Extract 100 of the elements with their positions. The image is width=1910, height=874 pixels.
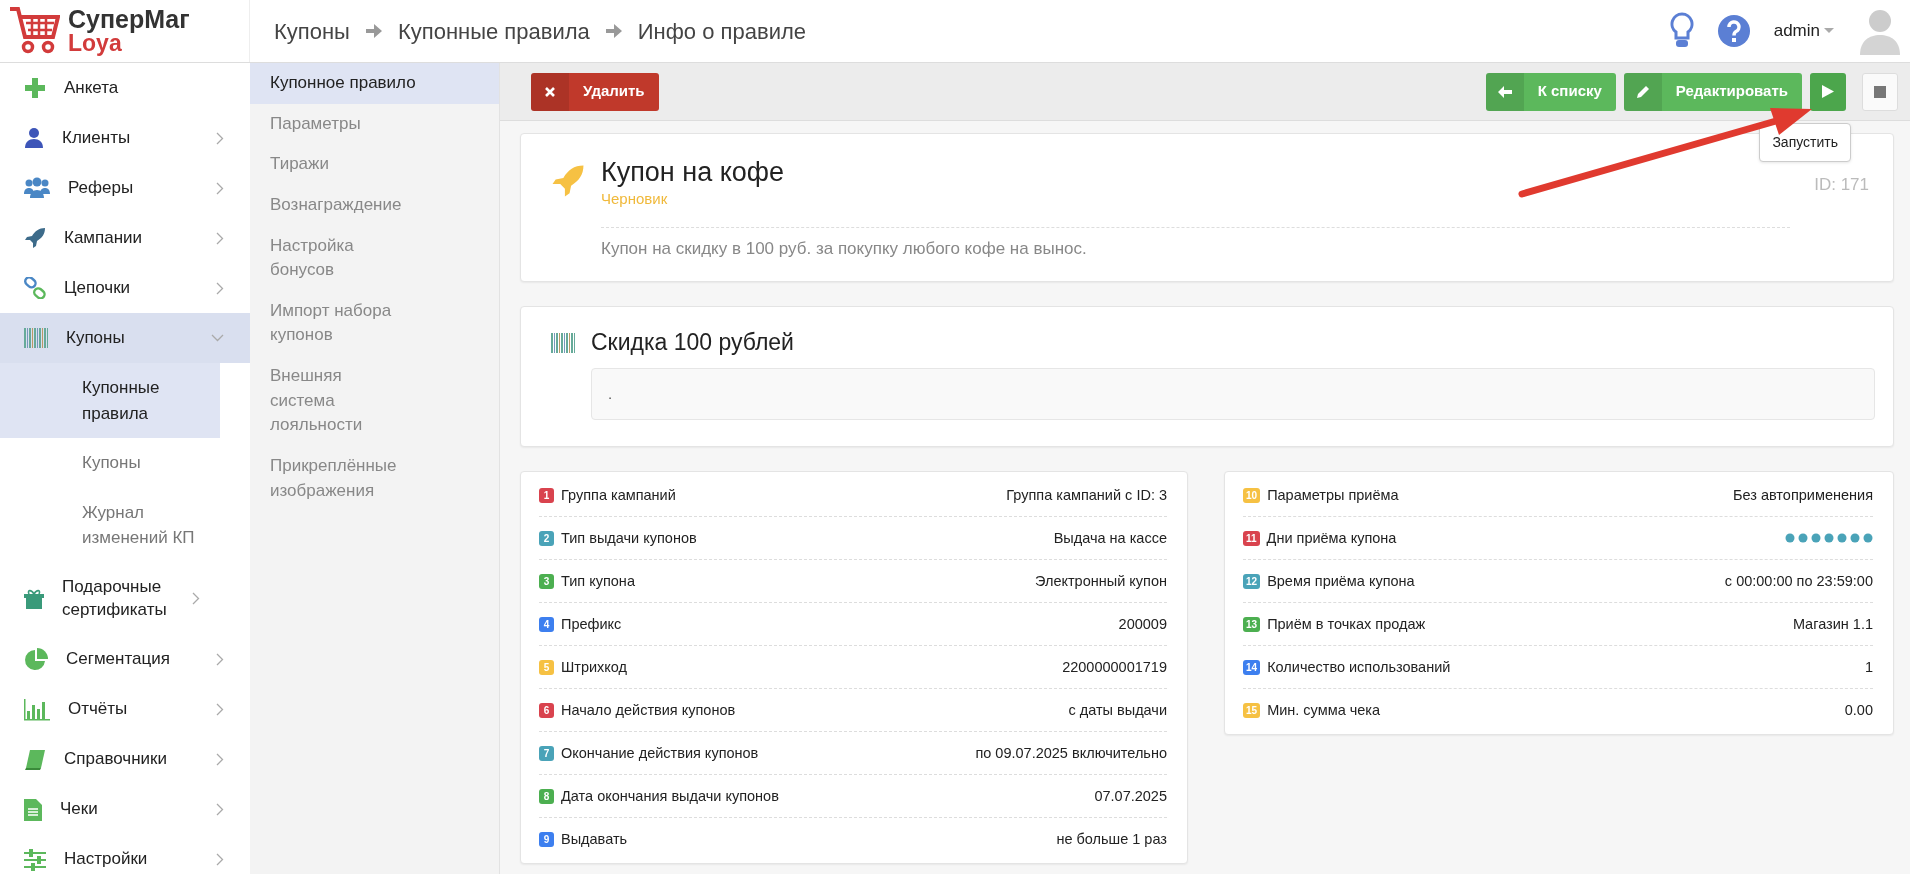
sidebar-item[interactable]: Отчёты — [0, 684, 250, 735]
rule-title: Купон на кофе — [601, 156, 786, 189]
sliders-icon — [24, 848, 46, 871]
number-badge: 12 — [1243, 573, 1261, 589]
bar-chart-icon — [24, 698, 50, 721]
param-label: Тип выдачи купонов — [561, 528, 698, 548]
param-label: Тип купона — [561, 571, 636, 591]
breadcrumb-item[interactable]: Купонные правила — [397, 14, 590, 48]
user-menu[interactable]: admin — [1773, 18, 1834, 44]
number-badge: 5 — [539, 659, 554, 675]
number-badge: 7 — [539, 745, 554, 761]
sidebar-item[interactable]: Цепочки — [0, 263, 250, 313]
arrow-right-icon — [365, 24, 382, 38]
play-button[interactable] — [1810, 72, 1846, 111]
param-value: 1 — [1864, 657, 1873, 677]
close-icon — [545, 86, 555, 97]
number-badge: 14 — [1243, 659, 1261, 675]
param-label: Префикс — [561, 614, 623, 634]
stop-button[interactable] — [1862, 72, 1898, 111]
plus-icon — [24, 77, 46, 99]
param-label: Выдавать — [561, 830, 629, 849]
person-icon — [24, 127, 44, 149]
param-value: Электронный купон — [1035, 571, 1167, 591]
logo-subtitle: Loya — [68, 32, 122, 55]
barcode-icon — [24, 328, 48, 348]
stop-icon — [1874, 85, 1886, 98]
chevron-icon — [211, 334, 224, 342]
number-badge: 10 — [1243, 487, 1261, 503]
chain-link-icon — [24, 277, 46, 299]
param-label: Мин. сумма чека — [1267, 701, 1382, 720]
param-value: 200009 — [1118, 614, 1167, 634]
number-badge: 13 — [1243, 616, 1261, 632]
param-label: Параметры приёма — [1267, 485, 1400, 505]
param-value: по 09.07.2025 включительно — [975, 743, 1167, 763]
chevron-icon — [216, 653, 224, 666]
tooltip: Запустить — [1759, 122, 1851, 162]
chevron-icon — [216, 281, 224, 295]
sidebar-item[interactable]: Клиенты — [0, 113, 250, 163]
sidebar-subitem[interactable]: Купонные правила — [0, 363, 220, 438]
status-label: Черновик — [601, 189, 669, 210]
pencil-icon — [1635, 84, 1650, 99]
sidebar-item[interactable]: Купоны — [0, 313, 250, 363]
param-value: 0.00 — [1844, 701, 1873, 720]
sidebar-item[interactable]: Анкета — [0, 63, 250, 113]
arrow-left-icon — [1497, 85, 1512, 98]
number-badge: 4 — [539, 616, 554, 632]
param-value: Выдача на кассе — [1053, 528, 1167, 548]
sidebar-item[interactable]: Сегментация — [0, 634, 250, 685]
param-label: Приём в точках продаж — [1267, 614, 1427, 634]
play-icon — [1822, 85, 1834, 98]
breadcrumb-item[interactable]: Купоны — [274, 14, 350, 48]
reward-title: Скидка 100 рублей — [591, 328, 794, 358]
chevron-icon — [216, 753, 224, 766]
param-value: не больше 1 раз — [1056, 830, 1167, 849]
document-icon — [24, 798, 42, 821]
chevron-icon — [216, 703, 224, 716]
param-value: с 00:00:00 по 23:59:00 — [1724, 571, 1873, 591]
help-icon[interactable] — [1717, 15, 1750, 47]
param-value: 07.07.2025 — [1094, 786, 1167, 806]
param-value: Без автоприменения — [1733, 485, 1873, 505]
rule-description: Купон на скидку в 100 руб. за покупку любого кофе на вынос. — [601, 238, 1087, 258]
param-label: Дата окончания выдачи купонов — [561, 786, 780, 806]
chevron-icon — [216, 853, 224, 866]
sidebar-subitem[interactable]: Журнал изменений КП — [0, 487, 220, 563]
caret-icon — [1824, 28, 1834, 34]
people-icon — [24, 177, 50, 199]
barcode-icon — [551, 332, 575, 353]
param-value: Магазин 1.1 — [1792, 614, 1873, 634]
sidebar-item[interactable]: Настройки — [0, 834, 250, 874]
sidebar-item[interactable]: Реферы — [0, 163, 250, 213]
number-badge: 2 — [539, 530, 554, 546]
reward-text: . — [591, 367, 1875, 421]
breadcrumb-item: Инфо о правиле — [637, 17, 806, 46]
param-label: Окончание действия купонов — [561, 743, 760, 763]
sidebar-item[interactable]: Справочники — [0, 734, 250, 785]
number-badge: 8 — [539, 788, 554, 804]
param-label: Количество использований — [1267, 657, 1452, 677]
lightbulb-icon[interactable] — [1669, 12, 1694, 50]
rule-id: ID: 171 — [1814, 174, 1869, 196]
chevron-icon — [216, 803, 224, 816]
number-badge: 6 — [539, 702, 554, 718]
chevron-icon — [216, 181, 224, 195]
sidebar-item[interactable]: Кампании — [0, 213, 250, 263]
pie-chart-icon — [24, 647, 48, 672]
delete-button[interactable]: Удалить — [531, 72, 659, 111]
number-badge: 3 — [539, 573, 554, 589]
gift-icon — [24, 587, 44, 610]
param-label: Время приёма купона — [1267, 571, 1416, 591]
param-label: Штрихкод — [561, 657, 629, 677]
rocket-icon — [551, 164, 585, 198]
section-tab[interactable]: Купонное правило — [250, 63, 499, 104]
param-label: Группа кампаний — [561, 485, 677, 505]
param-label: Начало действия купонов — [561, 700, 737, 720]
sidebar-subitem[interactable]: Купоны — [0, 438, 250, 488]
sidebar-item[interactable]: Подарочные сертификаты — [0, 562, 250, 635]
chevron-icon — [216, 231, 224, 245]
arrow-right-icon — [605, 24, 622, 38]
book-icon — [24, 748, 46, 771]
number-badge: 15 — [1243, 703, 1261, 719]
sidebar-item[interactable]: Чеки — [0, 784, 250, 835]
